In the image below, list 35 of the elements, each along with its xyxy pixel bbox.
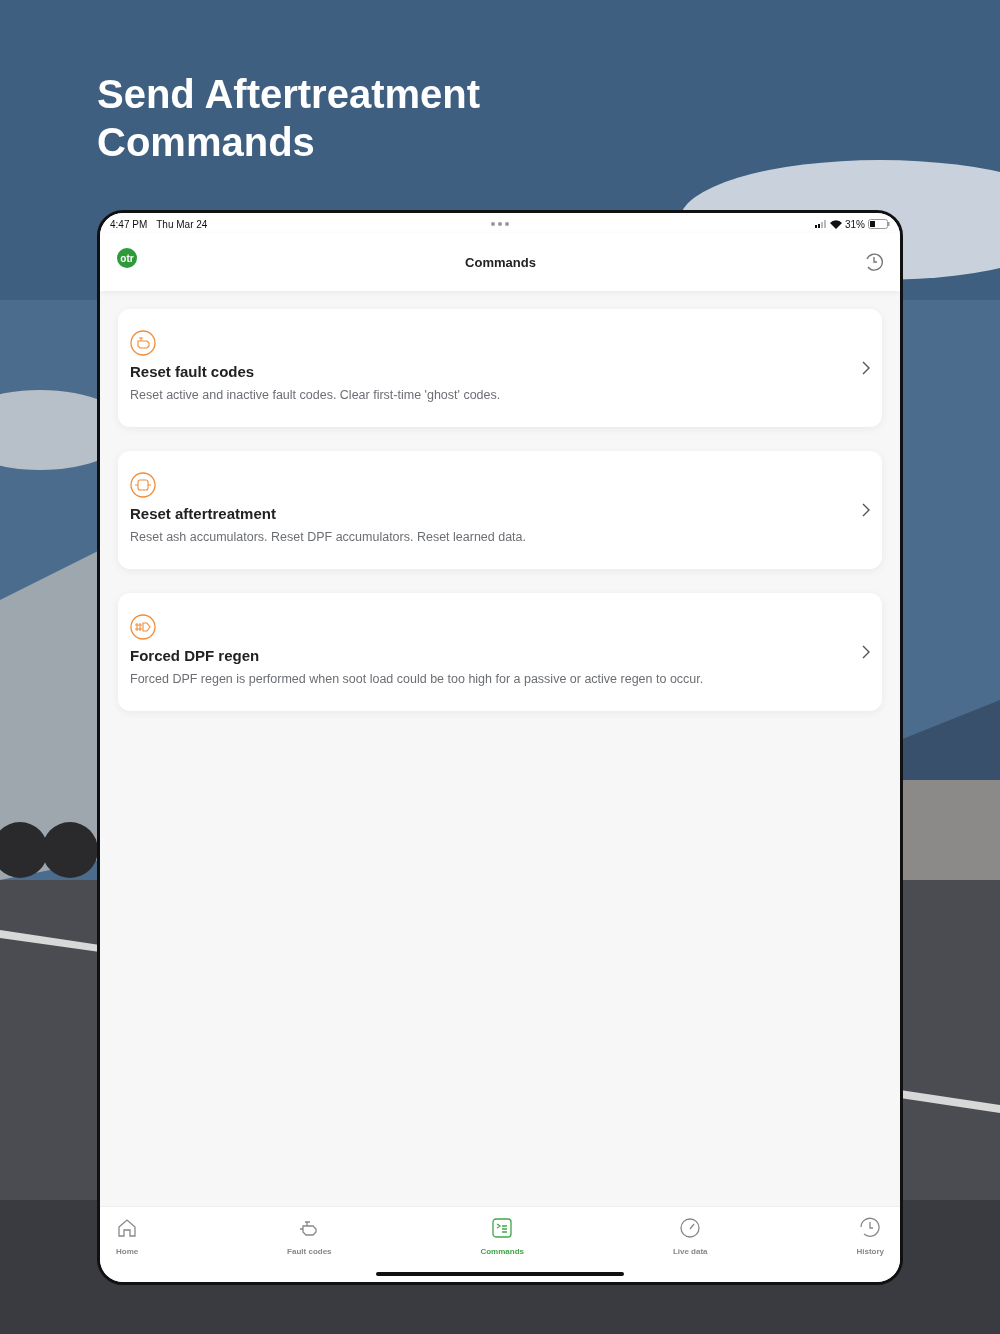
filter-icon <box>130 472 156 498</box>
chevron-icon <box>862 645 870 659</box>
more-icon <box>491 222 509 226</box>
battery-icon <box>868 219 890 229</box>
battery-percent: 31% <box>845 218 865 230</box>
regen-icon <box>130 614 156 640</box>
command-description: Reset active and inactive fault codes. Clear first-time 'ghost' codes. <box>130 388 501 402</box>
command-title: Reset fault codes <box>130 363 255 380</box>
app-logo: otr <box>117 248 137 268</box>
command-title: Reset aftertreatment <box>130 505 276 522</box>
gauge-icon <box>679 1217 702 1239</box>
signal-icon <box>815 220 827 228</box>
tab-item[interactable]: Home <box>108 1217 147 1282</box>
command-card[interactable]: Reset fault codes Reset active and inactive fault codes. Clear first-time 'ghost' codes. <box>118 309 882 427</box>
headline: Send Aftertreatment Commands <box>97 71 482 166</box>
command-card[interactable]: Forced DPF regen Forced DPF regen is performed when soot load could be too high for a passive or active regen to occur. <box>118 593 882 711</box>
status-date: Thu Mar 24 <box>156 218 208 230</box>
command-card[interactable]: Reset aftertreatment Reset ash accumulators. Reset DPF accumulators. Reset learned data. <box>118 451 882 569</box>
screen-title: Commands <box>465 254 536 270</box>
tab-item[interactable]: History <box>848 1217 892 1282</box>
tab-item[interactable]: Commands <box>472 1217 532 1282</box>
wifi-icon <box>830 219 842 229</box>
history-icon[interactable] <box>864 252 884 272</box>
chevron-icon <box>862 361 870 375</box>
history-icon <box>859 1217 882 1239</box>
tab-item[interactable]: Live data <box>664 1217 716 1282</box>
command-title: Forced DPF regen <box>130 647 260 664</box>
terminal-icon <box>491 1217 514 1239</box>
command-description: Forced DPF regen is performed when soot load could be too high for a passive or active regen to occur. <box>130 672 704 686</box>
command-description: Reset ash accumulators. Reset DPF accumulators. Reset learned data. <box>130 530 526 544</box>
chevron-icon <box>862 503 870 517</box>
engine-icon <box>130 330 156 356</box>
tab-item[interactable]: Fault codes <box>279 1217 340 1282</box>
status-time: 4:47 PM <box>110 218 148 230</box>
home-icon <box>116 1217 139 1239</box>
